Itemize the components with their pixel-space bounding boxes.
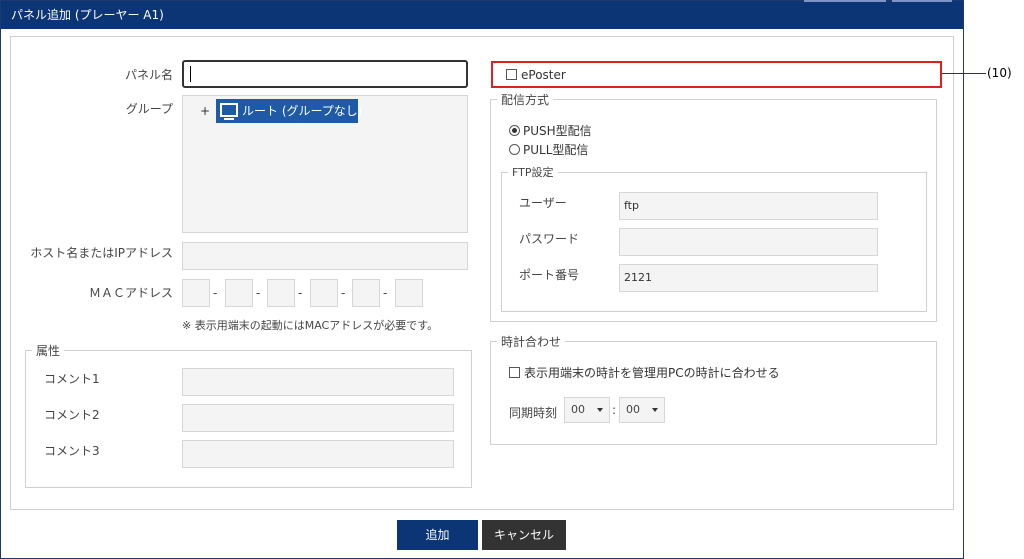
- mac-octet-5[interactable]: [352, 279, 380, 307]
- chevron-down-icon: [597, 408, 603, 412]
- tree-node-root[interactable]: ルート (グループなし): [216, 99, 362, 123]
- mac-octet-4[interactable]: [310, 279, 338, 307]
- delivery-legend: 配信方式: [501, 93, 550, 107]
- mac-note: ※ 表示用端末の起動にはMACアドレスが必要です。: [182, 319, 439, 332]
- eposter-checkbox[interactable]: ePoster: [506, 68, 566, 82]
- radio-icon: [509, 144, 520, 155]
- ftp-user-label: ユーザー: [519, 196, 567, 210]
- mac-separator: -: [213, 286, 218, 300]
- pull-label: PULL型配信: [523, 143, 589, 157]
- panel-name-label: パネル名: [124, 68, 173, 82]
- mac-separator: -: [256, 286, 261, 300]
- chevron-down-icon: [652, 408, 658, 412]
- group-label: グループ: [125, 102, 173, 116]
- hour-value: 00: [571, 403, 585, 416]
- checkbox-icon: [509, 367, 520, 378]
- callout-line: [942, 73, 986, 74]
- push-label: PUSH型配信: [523, 124, 592, 138]
- tree-node-label: ルート (グループなし): [242, 104, 363, 118]
- time-separator: :: [612, 403, 617, 417]
- push-radio[interactable]: PUSH型配信: [509, 122, 592, 139]
- comment1-input[interactable]: [182, 368, 454, 396]
- clock-group: 時計合わせ: [490, 333, 937, 445]
- sync-time-label: 同期時刻: [509, 406, 558, 420]
- eposter-label: ePoster: [521, 68, 566, 82]
- title-accent-bar: [804, 0, 886, 2]
- mac-octet-6[interactable]: [395, 279, 423, 307]
- dialog-title: パネル追加 (プレーヤー A1): [1, 1, 963, 29]
- add-button[interactable]: 追加: [397, 520, 478, 550]
- pull-radio[interactable]: PULL型配信: [509, 141, 588, 158]
- ftp-user-input[interactable]: ftp: [619, 192, 878, 220]
- comment3-label: コメント3: [44, 444, 100, 458]
- minute-select[interactable]: 00: [619, 397, 665, 423]
- panel-name-input[interactable]: [182, 60, 468, 88]
- mac-separator: -: [383, 286, 388, 300]
- checkbox-icon: [506, 69, 517, 80]
- mac-separator: -: [341, 286, 346, 300]
- tree-expand-icon[interactable]: +: [200, 104, 210, 118]
- text-caret: [190, 66, 191, 82]
- clock-sync-checkbox[interactable]: 表示用端末の時計を管理用PCの時計に合わせる: [509, 364, 780, 381]
- comment2-label: コメント2: [44, 408, 100, 422]
- monitor-icon: [220, 103, 238, 120]
- mac-label: ＭＡＣアドレス: [88, 286, 173, 300]
- attributes-legend: 属性: [36, 344, 61, 358]
- clock-sync-label: 表示用端末の時計を管理用PCの時計に合わせる: [524, 366, 780, 380]
- comment1-label: コメント1: [44, 372, 100, 386]
- clock-legend: 時計合わせ: [501, 335, 562, 349]
- cancel-button[interactable]: キャンセル: [482, 520, 566, 550]
- comment2-input[interactable]: [182, 404, 454, 432]
- callout-label: (10): [987, 66, 1012, 80]
- host-input[interactable]: [182, 242, 468, 270]
- ftp-legend: FTP設定: [512, 166, 554, 179]
- mac-separator: -: [298, 286, 303, 300]
- hour-select[interactable]: 00: [564, 397, 610, 423]
- title-accent-bar: [892, 0, 952, 2]
- mac-octet-3[interactable]: [267, 279, 295, 307]
- mac-octet-1[interactable]: [182, 279, 210, 307]
- radio-selected-icon: [509, 125, 520, 136]
- mac-octet-2[interactable]: [225, 279, 253, 307]
- comment3-input[interactable]: [182, 440, 454, 468]
- host-label: ホスト名またはIPアドレス: [30, 246, 173, 260]
- ftp-password-input[interactable]: [619, 228, 878, 256]
- ftp-password-label: パスワード: [519, 232, 580, 246]
- ftp-port-input[interactable]: 2121: [619, 264, 878, 292]
- minute-value: 00: [626, 403, 640, 416]
- ftp-port-label: ポート番号: [519, 268, 580, 282]
